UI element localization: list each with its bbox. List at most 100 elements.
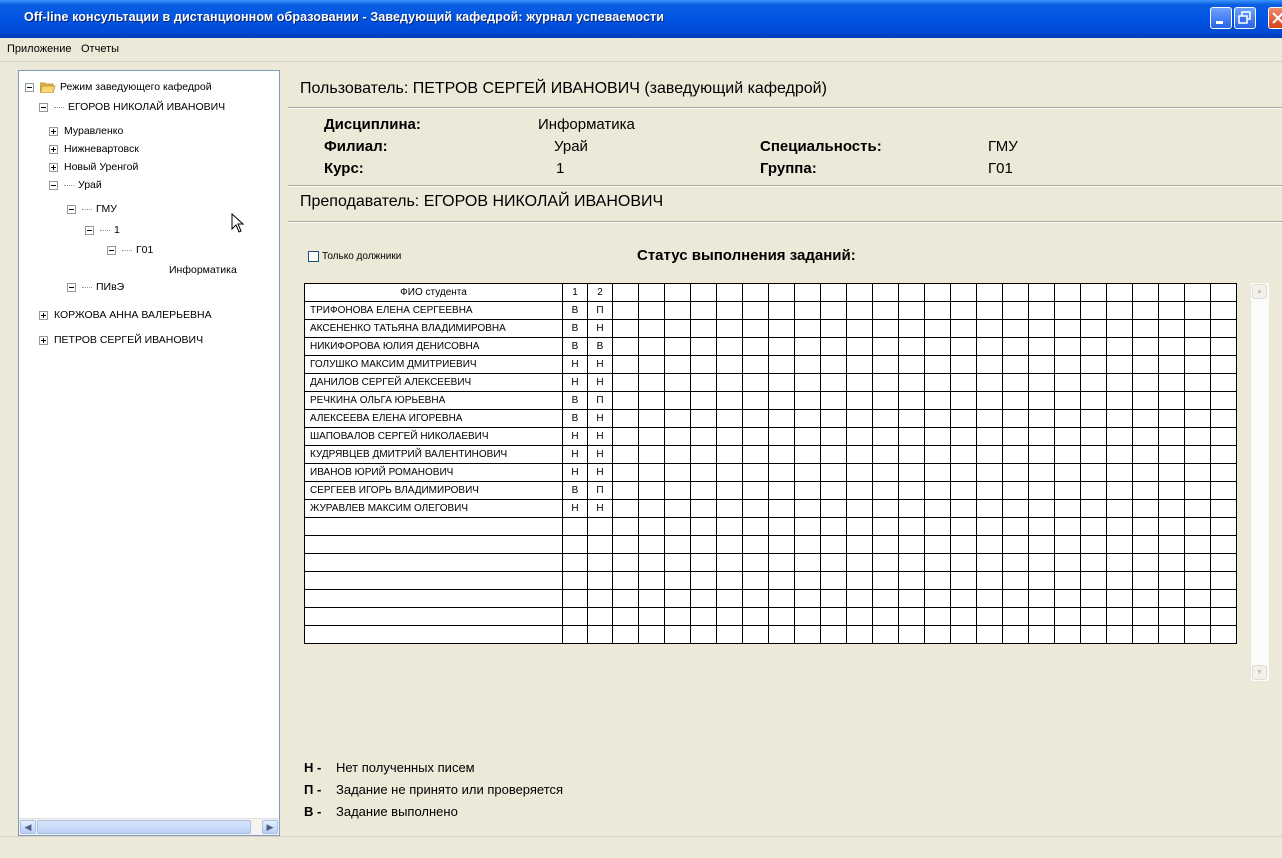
tree-node-branch3[interactable]: Новый Уренгой xyxy=(49,161,138,173)
grades-table[interactable]: ФИО студента 1 2 ТРИФОНОВА ЕЛЕНА СЕРГЕЕВНА… xyxy=(304,283,1237,644)
empty-cell xyxy=(1132,319,1159,338)
empty-cell xyxy=(716,391,743,410)
legend-item-p: П - Задание не принято или проверяется xyxy=(304,782,563,797)
debtors-only-filter[interactable]: Только должники xyxy=(308,251,401,262)
tree-label-course: 1 xyxy=(114,224,120,237)
tree-horizontal-scrollbar[interactable]: ◀ ▶ xyxy=(19,818,279,835)
empty-cell xyxy=(1132,607,1159,626)
empty-cell xyxy=(872,571,899,590)
expand-icon[interactable] xyxy=(49,162,58,172)
empty-cell xyxy=(1106,391,1133,410)
empty-cell xyxy=(924,355,951,374)
tree-node-spec2[interactable]: ПИвЭ xyxy=(67,281,124,293)
scrollbar-thumb[interactable] xyxy=(37,820,251,834)
empty-cell xyxy=(1002,607,1029,626)
collapse-icon[interactable] xyxy=(39,102,48,112)
expand-icon[interactable] xyxy=(39,335,48,345)
empty-cell xyxy=(304,553,563,572)
expand-icon[interactable] xyxy=(39,310,48,320)
empty-cell xyxy=(1106,481,1133,500)
empty-cell xyxy=(924,391,951,410)
table-row[interactable]: АКСЕНЕНКО ТАТЬЯНА ВЛАДИМИРОВНА В Н xyxy=(304,319,1237,338)
tree-node-teacher3[interactable]: ПЕТРОВ СЕРГЕЙ ИВАНОВИЧ xyxy=(39,334,203,346)
legend-key: В - xyxy=(304,804,322,819)
menu-item-reports[interactable]: Отчеты xyxy=(81,43,119,55)
empty-cell xyxy=(976,301,1003,320)
current-user-label: Пользователь: ПЕТРОВ СЕРГЕЙ ИВАНОВИЧ (за… xyxy=(300,80,827,97)
empty-cell xyxy=(898,337,925,356)
empty-cell xyxy=(742,553,769,572)
scroll-up-icon[interactable]: ▲ xyxy=(1252,284,1267,299)
tree-node-course[interactable]: 1 xyxy=(85,224,120,236)
empty-cell xyxy=(976,427,1003,446)
empty-cell xyxy=(638,553,665,572)
empty-cell xyxy=(1132,337,1159,356)
collapse-icon[interactable] xyxy=(67,204,76,214)
expand-icon[interactable] xyxy=(49,126,58,136)
tree-node-branch1[interactable]: Муравленко xyxy=(49,125,123,137)
empty-cell xyxy=(1210,535,1237,554)
column-header-empty xyxy=(1002,283,1029,302)
empty-cell xyxy=(690,337,717,356)
collapse-icon[interactable] xyxy=(49,180,58,190)
empty-cell xyxy=(794,571,821,590)
table-row[interactable]: ШАПОВАЛОВ СЕРГЕЙ НИКОЛАЕВИЧ Н Н xyxy=(304,427,1237,446)
expand-icon[interactable] xyxy=(49,144,58,154)
tree-node-root[interactable]: Режим заведующего кафедрой xyxy=(25,81,212,94)
scroll-down-icon[interactable]: ▼ xyxy=(1252,665,1267,680)
empty-cell xyxy=(794,391,821,410)
empty-cell xyxy=(690,517,717,536)
tree-label-spec2: ПИвЭ xyxy=(96,281,125,294)
table-row[interactable]: ГОЛУШКО МАКСИМ ДМИТРИЕВИЧ Н Н xyxy=(304,355,1237,374)
table-row[interactable]: СЕРГЕЕВ ИГОРЬ ВЛАДИМИРОВИЧ В П xyxy=(304,481,1237,500)
empty-cell xyxy=(1132,499,1159,518)
table-row[interactable]: АЛЕКСЕЕВА ЕЛЕНА ИГОРЕВНА В Н xyxy=(304,409,1237,428)
empty-cell xyxy=(872,445,899,464)
scroll-left-icon[interactable]: ◀ xyxy=(20,820,36,834)
empty-cell xyxy=(820,409,847,428)
tree-node-teacher1[interactable]: ЕГОРОВ НИКОЛАЙ ИВАНОВИЧ xyxy=(39,101,225,113)
table-row[interactable]: НИКИФОРОВА ЮЛИЯ ДЕНИСОВНА В В xyxy=(304,337,1237,356)
minimize-button[interactable] xyxy=(1210,7,1232,29)
tree-node-branch4[interactable]: Урай xyxy=(49,179,102,191)
empty-cell xyxy=(587,625,613,644)
empty-cell xyxy=(1002,589,1029,608)
empty-cell xyxy=(1184,301,1211,320)
table-row[interactable]: ДАНИЛОВ СЕРГЕЙ АЛЕКСЕЕВИЧ Н Н xyxy=(304,373,1237,392)
tree-node-teacher2[interactable]: КОРЖОВА АННА ВАЛЕРЬЕВНА xyxy=(39,309,212,321)
table-vertical-scrollbar[interactable]: ▲ ▼ xyxy=(1250,283,1269,681)
empty-cell xyxy=(872,517,899,536)
column-header-empty xyxy=(716,283,743,302)
collapse-icon[interactable] xyxy=(85,225,94,235)
empty-cell xyxy=(872,319,899,338)
collapse-icon[interactable] xyxy=(25,82,34,92)
table-row[interactable]: РЕЧКИНА ОЛЬГА ЮРЬЕВНА В П xyxy=(304,391,1237,410)
navigation-tree[interactable]: Режим заведующего кафедрой ЕГОРОВ НИКОЛА… xyxy=(18,70,280,836)
debtors-only-checkbox[interactable] xyxy=(308,251,319,262)
tree-node-spec1[interactable]: ГМУ xyxy=(67,203,117,215)
collapse-icon[interactable] xyxy=(67,282,76,292)
empty-cell xyxy=(638,499,665,518)
restore-button[interactable] xyxy=(1234,7,1256,29)
empty-cell xyxy=(638,481,665,500)
tree-node-branch2[interactable]: Нижневартовск xyxy=(49,143,139,155)
empty-cell xyxy=(1132,625,1159,644)
table-row[interactable]: ТРИФОНОВА ЕЛЕНА СЕРГЕЕВНА В П xyxy=(304,301,1237,320)
table-row[interactable]: ИВАНОВ ЮРИЙ РОМАНОВИЧ Н Н xyxy=(304,463,1237,482)
collapse-icon[interactable] xyxy=(107,245,116,255)
empty-cell xyxy=(950,589,977,608)
empty-cell xyxy=(716,553,743,572)
task-status-cell: П xyxy=(587,481,613,500)
scroll-right-icon[interactable]: ▶ xyxy=(262,820,278,834)
empty-cell xyxy=(976,499,1003,518)
menu-item-application[interactable]: Приложение xyxy=(7,43,72,55)
tree-node-discipline[interactable]: Информатика xyxy=(169,264,237,276)
table-row[interactable]: ЖУРАВЛЕВ МАКСИМ ОЛЕГОВИЧ Н Н xyxy=(304,499,1237,518)
empty-cell xyxy=(664,571,691,590)
close-button[interactable] xyxy=(1268,7,1282,29)
tree-node-group[interactable]: Г01 xyxy=(107,244,153,256)
empty-cell xyxy=(1184,391,1211,410)
table-row[interactable]: КУДРЯВЦЕВ ДМИТРИЙ ВАЛЕНТИНОВИЧ Н Н xyxy=(304,445,1237,464)
empty-cell xyxy=(716,301,743,320)
empty-cell xyxy=(1158,481,1185,500)
